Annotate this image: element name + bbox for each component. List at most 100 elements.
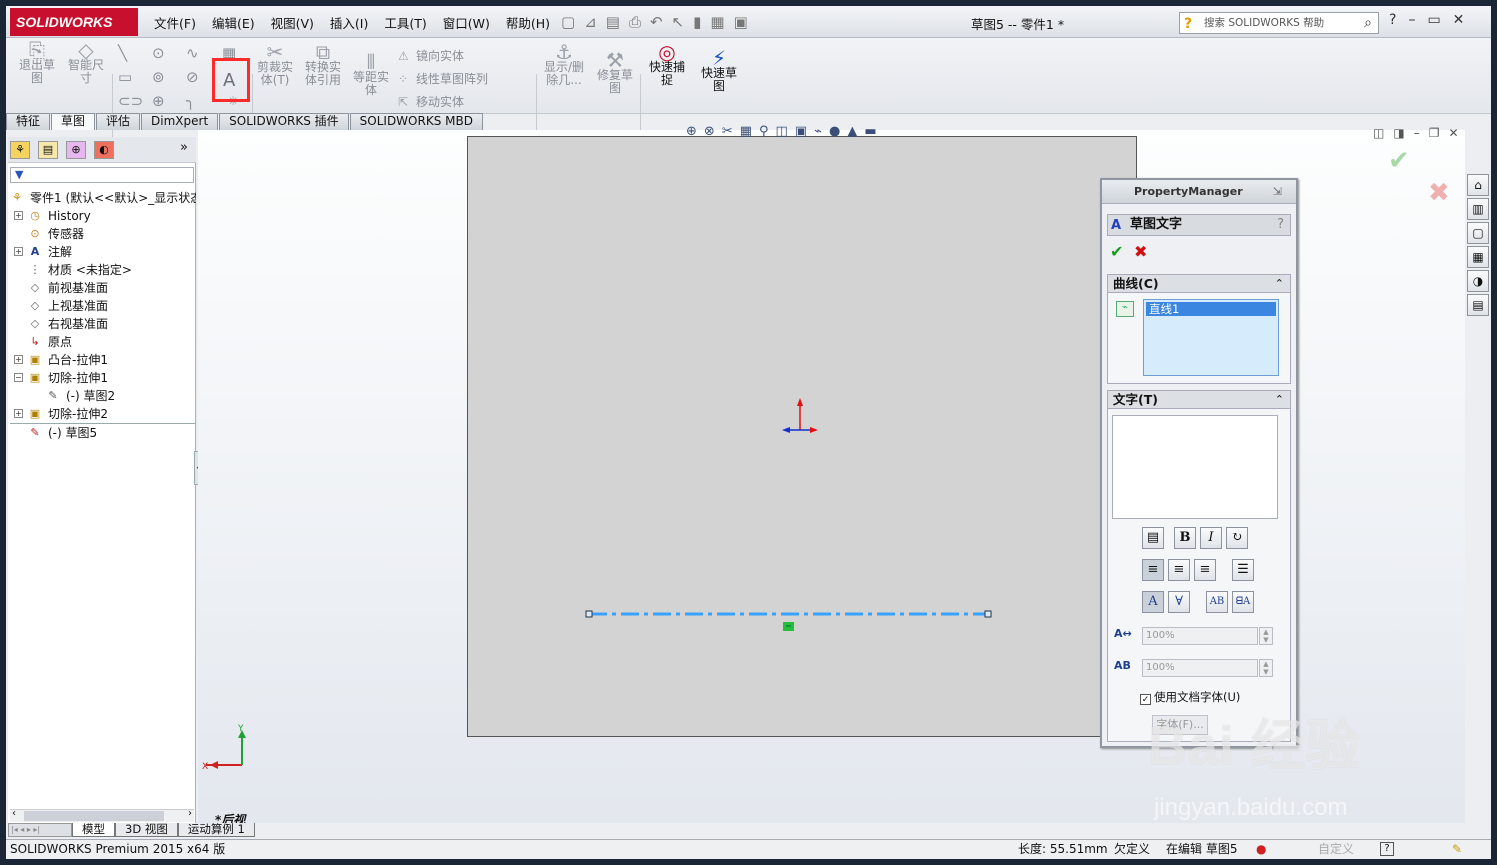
tree-item-right-plane[interactable]: ◇ 右视基准面 (10, 315, 196, 333)
tab-sketch[interactable]: 草图 (51, 113, 96, 130)
confirm-ok-icon[interactable]: ✔ (1388, 146, 1410, 176)
status-custom[interactable]: 自定义 (1318, 840, 1354, 859)
search-icon[interactable]: ⌕ (1364, 13, 1372, 33)
rotate-button[interactable]: ↻ (1226, 527, 1248, 549)
move-entities-button[interactable]: ⇱ 移动实体 (398, 93, 464, 110)
mirror-text-button[interactable]: ᗺA (1232, 591, 1254, 613)
chevron-up-icon[interactable]: ⌃ (1275, 275, 1284, 293)
fillet-icon[interactable]: ╮ (186, 92, 195, 110)
hide-show-icon[interactable]: ⌁ (814, 124, 822, 139)
mirror-entities-button[interactable]: ⚠ 镜向实体 (398, 47, 464, 64)
tab-dimxpert[interactable]: DimXpert (141, 113, 219, 130)
rectangle-icon[interactable]: ▭ (118, 68, 132, 86)
print-icon[interactable]: ⎙ (629, 13, 641, 31)
tab-model[interactable]: 模型 (72, 823, 115, 837)
tree-item-material[interactable]: ⋮ 材质 <未指定> (10, 261, 196, 279)
feature-tree-icon[interactable]: ⚘ (10, 141, 30, 159)
text-group-header[interactable]: 文字(T) ⌃ (1108, 391, 1290, 409)
flip-horizontal-button[interactable]: AB (1206, 591, 1228, 613)
tab-navigation-icon[interactable]: |◂ ◂ ▸ ▸| (8, 823, 72, 837)
align-left-button[interactable]: ≡ (1142, 559, 1164, 581)
options-icon[interactable]: ▣ (734, 13, 748, 31)
arc-icon[interactable]: ⊕ (152, 92, 165, 110)
viewport-restore-icon[interactable]: ❐ (1429, 126, 1440, 140)
rebuild-icon[interactable]: ▮ (693, 13, 701, 31)
circle-icon[interactable]: ⊙ (152, 44, 165, 62)
menu-view[interactable]: 视图(V) (263, 13, 322, 32)
curves-group-header[interactable]: 曲线(C) ⌃ (1108, 275, 1290, 293)
menu-tools[interactable]: 工具(T) (376, 13, 434, 32)
flip-vertical-button[interactable]: A (1142, 591, 1164, 613)
pin-icon[interactable]: ⇲ (1273, 180, 1282, 204)
repair-sketch-button[interactable]: ⚒ 修复草图 (592, 50, 638, 95)
tree-item-sketch5[interactable]: ✎ (-) 草图5 (10, 423, 196, 441)
status-help-icon[interactable]: ? (1380, 842, 1394, 856)
confirm-cancel-icon[interactable]: ✖ (1428, 178, 1450, 208)
scroll-thumb[interactable] (24, 811, 164, 821)
property-manager-tab-icon[interactable]: ▤ (38, 141, 58, 159)
line-endpoint-right[interactable] (984, 610, 992, 618)
save-icon[interactable]: ▤ (606, 13, 620, 31)
select-icon[interactable]: ↖ (672, 13, 685, 31)
menu-help[interactable]: 帮助(H) (498, 13, 558, 32)
view-settings-icon[interactable]: ▬ (864, 124, 876, 139)
menu-window[interactable]: 窗口(W) (435, 13, 498, 32)
spline-icon[interactable]: ∿ (186, 44, 199, 62)
new-doc-icon[interactable]: ▢ (561, 13, 575, 31)
viewport-split-icon[interactable]: ◫ (1373, 126, 1384, 140)
menu-file[interactable]: 文件(F) (146, 13, 204, 32)
view-palette-icon[interactable]: ▦ (1467, 246, 1489, 268)
appearances-icon[interactable]: ◑ (1467, 270, 1489, 292)
spinner-arrows-icon[interactable]: ▲ ▼ (1259, 627, 1273, 645)
menu-insert[interactable]: 插入(I) (322, 13, 376, 32)
tree-item-history[interactable]: + ◷ History (10, 207, 196, 225)
zoom-fit-icon[interactable]: ⊕ (686, 124, 697, 139)
tree-root[interactable]: ⚘ 零件1 (默认<<默认>_显示状态 (10, 189, 196, 207)
exit-sketch-button[interactable]: ⎘ 退出草图 (14, 40, 60, 85)
open-icon[interactable]: ⊿ (584, 13, 597, 31)
scroll-right-icon[interactable]: › (188, 808, 192, 819)
expand-icon[interactable]: + (14, 409, 23, 418)
polygon-icon[interactable]: ⊚ (152, 68, 165, 86)
ellipse-icon[interactable]: ⊘ (186, 68, 199, 86)
display-manager-icon[interactable]: ◐ (94, 141, 114, 159)
offset-entities-button[interactable]: ⫴ 等距实体 (350, 52, 392, 97)
home-icon[interactable]: ⌂ (1467, 174, 1489, 196)
selected-curve-item[interactable]: 直线1 (1146, 302, 1276, 316)
design-library-icon[interactable]: ▥ (1467, 198, 1489, 220)
trim-entities-button[interactable]: ✂ 剪裁实体(T) (254, 42, 296, 87)
file-props-icon[interactable]: ▦ (710, 13, 724, 31)
cancel-button[interactable]: ✖ (1134, 242, 1147, 261)
bold-button[interactable]: B (1174, 527, 1196, 549)
tree-horizontal-scrollbar[interactable]: ‹ › (10, 808, 194, 822)
char-spacing-input[interactable]: 100% ▲ ▼ (1142, 659, 1273, 677)
tab-addins[interactable]: SOLIDWORKS 插件 (219, 113, 349, 130)
minimize-icon[interactable]: – (1408, 12, 1415, 28)
rebuild-status-icon[interactable]: ● (1256, 840, 1266, 859)
chevron-up-icon[interactable]: ⌃ (1275, 391, 1284, 409)
tree-item-cut-extrude2[interactable]: + ▣ 切除-拉伸2 (10, 405, 196, 423)
linear-pattern-button[interactable]: ⁘ 线性草图阵列 (398, 70, 488, 87)
sketch-text-input[interactable] (1112, 415, 1278, 519)
tab-mbd[interactable]: SOLIDWORKS MBD (349, 113, 483, 130)
line-endpoint-left[interactable] (585, 610, 593, 618)
section-view-icon[interactable]: ▦ (740, 124, 752, 139)
display-style-icon[interactable]: ▣ (795, 124, 807, 139)
tree-item-annotations[interactable]: + A 注解 (10, 243, 196, 261)
italic-button[interactable]: I (1200, 527, 1222, 549)
apply-scene-icon[interactable]: ▲ (847, 124, 857, 139)
tree-item-boss-extrude1[interactable]: + ▣ 凸台-拉伸1 (10, 351, 196, 369)
slot-icon[interactable]: ⊂⊃ (118, 92, 143, 110)
expand-panel-icon[interactable]: » (180, 140, 188, 155)
help-button[interactable]: ? (1277, 215, 1284, 235)
viewport-minimize-icon[interactable]: – (1414, 126, 1420, 140)
help-search-input[interactable]: ? 搜索 SOLIDWORKS 帮助 ⌕ (1179, 12, 1379, 34)
scroll-left-icon[interactable]: ‹ (12, 808, 16, 819)
show-delete-relations-button[interactable]: ⚓ 显示/删除几... (540, 42, 588, 87)
rapid-sketch-button[interactable]: ⚡ 快速草图 (696, 48, 742, 93)
tree-item-sensors[interactable]: ⊙ 传感器 (10, 225, 196, 243)
tab-features[interactable]: 特征 (6, 113, 51, 130)
edit-appearance-icon[interactable]: ● (829, 124, 840, 139)
help-icon[interactable]: ? (1389, 12, 1396, 28)
undo-icon[interactable]: ↶ (650, 13, 663, 31)
